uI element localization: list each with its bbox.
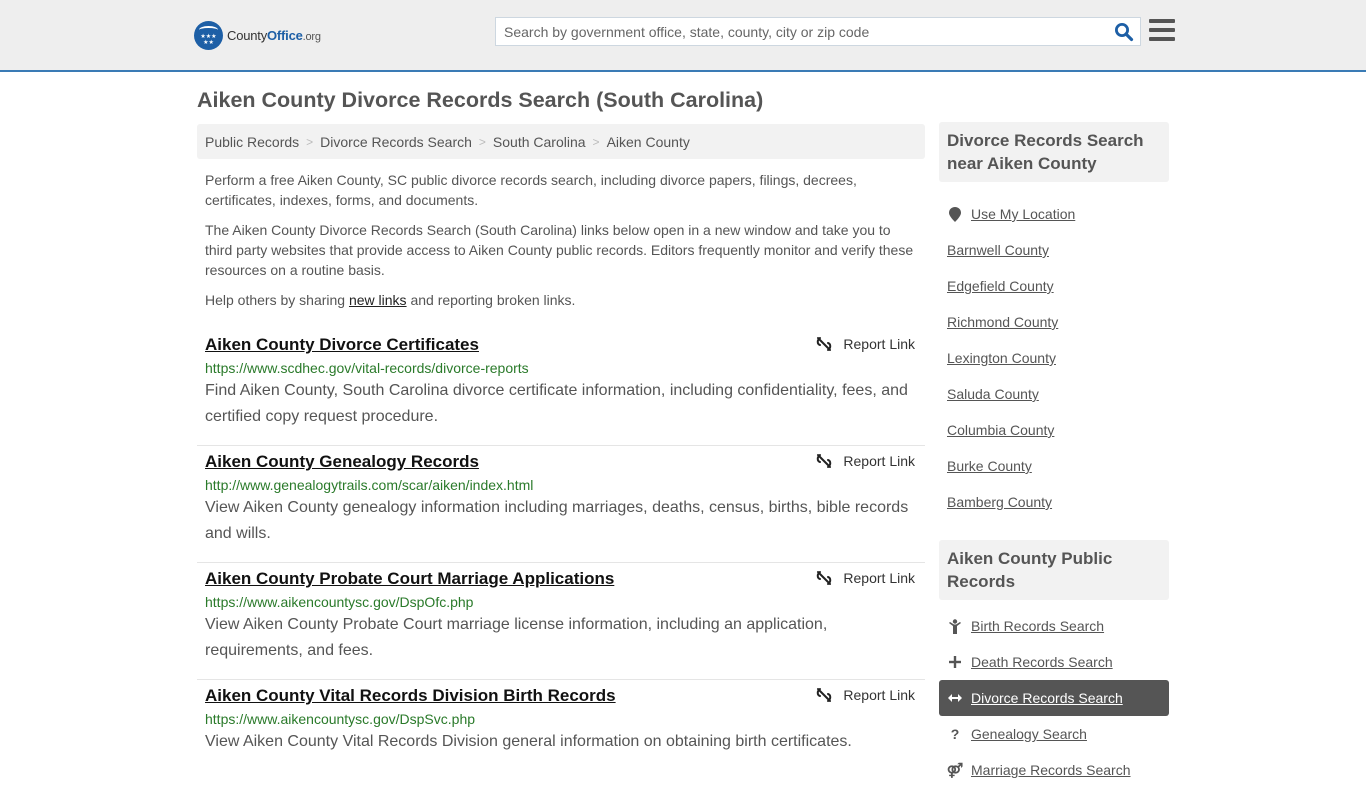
divorce-records-link[interactable]: Divorce Records Search	[971, 690, 1123, 706]
menu-bar-icon	[1149, 19, 1175, 23]
broken-link-icon	[817, 337, 832, 351]
intro-paragraph: Perform a free Aiken County, SC public d…	[205, 172, 857, 208]
nearby-county-link[interactable]: Lexington County	[947, 350, 1056, 366]
breadcrumb-item-aiken-county[interactable]: Aiken County	[607, 134, 690, 150]
search-box	[495, 17, 1141, 46]
map-marker-icon	[947, 206, 963, 222]
logo-wordmark: CountyOffice.org	[227, 27, 321, 43]
nearby-county-link[interactable]: Edgefield County	[947, 278, 1054, 294]
breadcrumb-item-south-carolina[interactable]: South Carolina	[493, 134, 586, 150]
breadcrumb-item-public-records[interactable]: Public Records	[205, 134, 299, 150]
use-my-location-link[interactable]: Use My Location	[971, 206, 1075, 222]
public-records-list: Birth Records Search Death Records Searc…	[939, 608, 1169, 788]
sidebar-item-genealogy: ? Genealogy Search	[939, 716, 1169, 752]
menu-bar-icon	[1149, 37, 1175, 41]
result-title-link[interactable]: Aiken County Probate Court Marriage Appl…	[205, 569, 614, 589]
share-links-paragraph: Help others by sharing new links and rep…	[205, 292, 576, 308]
nearby-section: Divorce Records Search near Aiken County…	[939, 122, 1169, 520]
site-logo[interactable]: ★★★ ★★ CountyOffice.org	[194, 20, 321, 50]
nearby-county-item: Richmond County	[939, 304, 1169, 340]
intro-text: Perform a free Aiken County, SC public d…	[197, 170, 925, 310]
nearby-county-item: Barnwell County	[939, 232, 1169, 268]
result-item: Aiken County Divorce Certificates https:…	[197, 329, 925, 446]
broken-link-icon	[817, 571, 832, 585]
sidebar-item-marriage-records: ⚤ Marriage Records Search	[939, 752, 1169, 788]
nearby-county-link[interactable]: Saluda County	[947, 386, 1039, 402]
report-link-button[interactable]: Report Link	[816, 570, 915, 586]
nearby-county-item: Columbia County	[939, 412, 1169, 448]
menu-bar-icon	[1149, 28, 1175, 32]
genealogy-search-link[interactable]: Genealogy Search	[971, 726, 1087, 742]
arrows-horizontal-icon	[947, 693, 963, 703]
nearby-county-item: Bamberg County	[939, 484, 1169, 520]
public-records-section: Aiken County Public Records Birth Record…	[939, 540, 1169, 788]
breadcrumb-separator: >	[306, 134, 314, 149]
breadcrumb-item-divorce-records-search[interactable]: Divorce Records Search	[320, 134, 472, 150]
site-header: ★★★ ★★ CountyOffice.org	[0, 0, 1366, 72]
result-description: View Aiken County genealogy information …	[205, 499, 909, 542]
result-url: https://www.aikencountysc.gov/DspOfc.php	[205, 594, 474, 610]
report-link-button[interactable]: Report Link	[816, 453, 915, 469]
breadcrumb-separator: >	[592, 134, 600, 149]
result-title-link[interactable]: Aiken County Divorce Certificates	[205, 335, 479, 355]
search-button[interactable]	[1114, 22, 1134, 42]
plus-icon	[947, 656, 963, 668]
main-content: Public Records > Divorce Records Search …	[197, 124, 925, 797]
question-icon: ?	[950, 726, 960, 742]
nearby-county-item: Lexington County	[939, 340, 1169, 376]
nearby-county-link[interactable]: Bamberg County	[947, 494, 1052, 510]
search-input[interactable]	[496, 18, 1106, 45]
result-url: https://www.scdhec.gov/vital-records/div…	[205, 360, 529, 376]
sidebar-item-death-records: Death Records Search	[939, 644, 1169, 680]
result-title-link[interactable]: Aiken County Genealogy Records	[205, 452, 479, 472]
nearby-county-link[interactable]: Barnwell County	[947, 242, 1049, 258]
result-item: Aiken County Probate Court Marriage Appl…	[197, 563, 925, 680]
nearby-heading: Divorce Records Search near Aiken County	[939, 122, 1169, 182]
sidebar: Divorce Records Search near Aiken County…	[939, 122, 1169, 788]
broken-link-icon	[817, 454, 832, 468]
marriage-icon: ⚤	[946, 761, 964, 778]
report-link-button[interactable]: Report Link	[816, 336, 915, 352]
result-url: http://www.genealogytrails.com/scar/aike…	[205, 477, 534, 493]
result-url: https://www.aikencountysc.gov/DspSvc.php	[205, 711, 476, 727]
result-description: Find Aiken County, South Carolina divorc…	[205, 382, 908, 425]
nearby-county-link[interactable]: Burke County	[947, 458, 1032, 474]
results-list: Aiken County Divorce Certificates https:…	[197, 329, 925, 797]
broken-link-icon	[817, 688, 832, 702]
baby-icon	[947, 618, 963, 634]
nearby-county-item: Burke County	[939, 448, 1169, 484]
nearby-county-item: Edgefield County	[939, 268, 1169, 304]
breadcrumb: Public Records > Divorce Records Search …	[197, 124, 925, 159]
result-item: Aiken County Genealogy Records http://ww…	[197, 446, 925, 563]
new-links-link[interactable]: new links	[349, 292, 407, 308]
sidebar-item-birth-records: Birth Records Search	[939, 608, 1169, 644]
nearby-county-link[interactable]: Richmond County	[947, 314, 1058, 330]
page-title: Aiken County Divorce Records Search (Sou…	[197, 88, 764, 112]
nearby-county-item: Saluda County	[939, 376, 1169, 412]
intro-paragraph: The Aiken County Divorce Records Search …	[205, 222, 914, 278]
public-records-heading: Aiken County Public Records	[939, 540, 1169, 600]
death-records-link[interactable]: Death Records Search	[971, 654, 1113, 670]
sidebar-item-divorce-records: Divorce Records Search	[939, 680, 1169, 716]
result-description: View Aiken County Vital Records Division…	[205, 733, 852, 750]
result-title-link[interactable]: Aiken County Vital Records Division Birt…	[205, 686, 616, 706]
nearby-list: Use My Location Barnwell County Edgefiel…	[939, 196, 1169, 520]
marriage-records-link[interactable]: Marriage Records Search	[971, 762, 1131, 778]
eagle-stars-logo-icon: ★★★ ★★	[194, 20, 223, 50]
report-link-button[interactable]: Report Link	[816, 687, 915, 703]
search-icon	[1115, 23, 1134, 42]
result-description: View Aiken County Probate Court marriage…	[205, 616, 828, 659]
birth-records-link[interactable]: Birth Records Search	[971, 618, 1104, 634]
result-item: Aiken County Vital Records Division Birt…	[197, 680, 925, 797]
breadcrumb-separator: >	[478, 134, 486, 149]
use-my-location-item: Use My Location	[939, 196, 1169, 232]
nearby-county-link[interactable]: Columbia County	[947, 422, 1054, 438]
hamburger-menu-button[interactable]	[1149, 19, 1175, 41]
